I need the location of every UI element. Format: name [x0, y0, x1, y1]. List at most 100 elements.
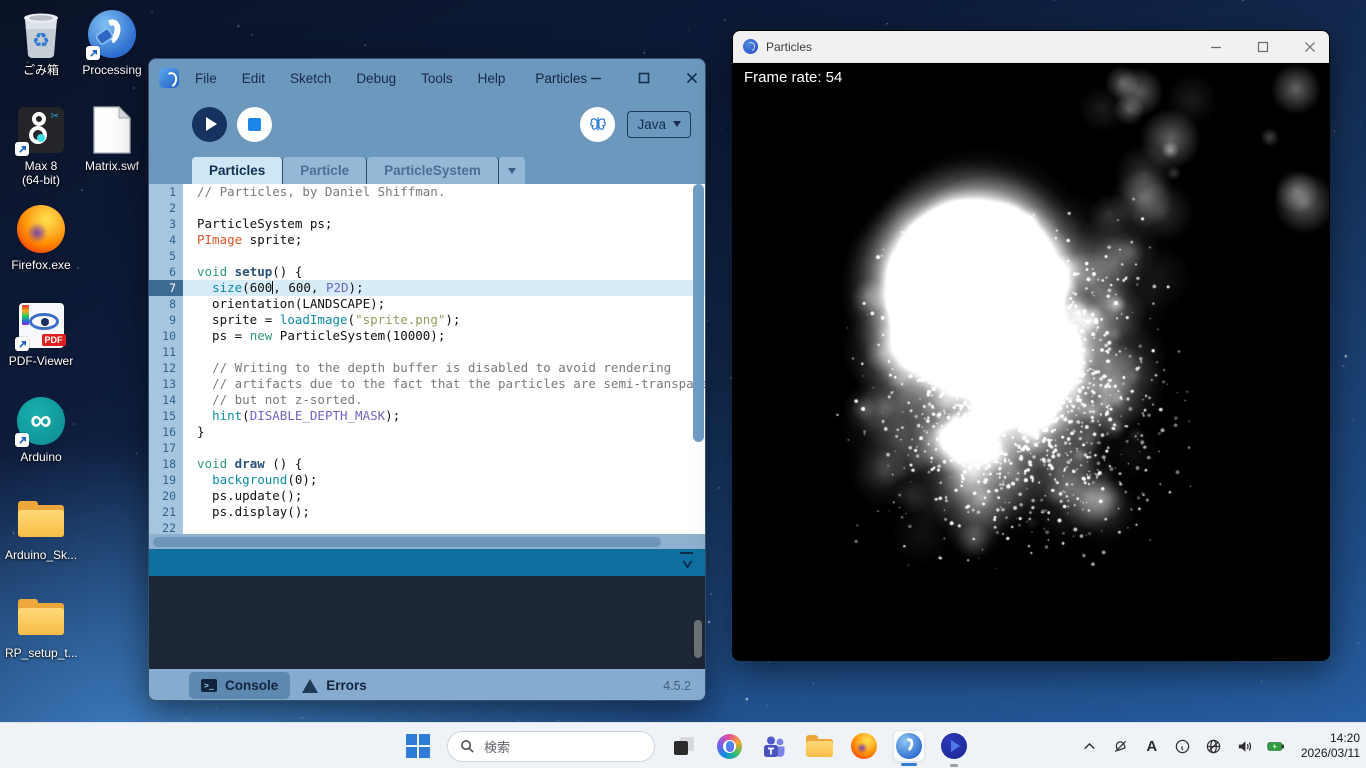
tab-particles[interactable]: Particles: [192, 157, 284, 184]
editor-hscrollbar[interactable]: [149, 534, 705, 549]
ide-footer: >_ Console Errors 4.5.2: [149, 669, 705, 700]
code-line-19[interactable]: 19 background(0);: [149, 472, 705, 488]
sketch-taskbar-button[interactable]: [938, 730, 970, 767]
tab-particle[interactable]: Particle: [283, 157, 368, 184]
dropdown-arrow-icon: [673, 121, 681, 127]
copilot-button[interactable]: [713, 730, 745, 762]
tab-menu-button[interactable]: [498, 157, 525, 184]
taskbar-search[interactable]: 検索: [447, 730, 655, 762]
line-number: 8: [149, 296, 183, 312]
code-text: size(600, 600, P2D);: [212, 280, 364, 295]
active-app-indicator: [901, 763, 917, 766]
code-line-13[interactable]: 13 // artifacts due to the fact that the…: [149, 376, 705, 392]
desktop-icon-matrix-swf[interactable]: Matrix.swf: [76, 104, 148, 173]
tab-particlesystem[interactable]: ParticleSystem: [367, 157, 499, 184]
code-line-15[interactable]: 15 hint(DISABLE_DEPTH_MASK);: [149, 408, 705, 424]
start-button[interactable]: [402, 730, 434, 762]
status-circle-button[interactable]: [1174, 737, 1192, 755]
line-number: 15: [149, 408, 183, 424]
icon-label: Max 8 (64-bit): [21, 159, 60, 187]
teams-button[interactable]: [758, 730, 790, 762]
code-line-22[interactable]: 22: [149, 520, 705, 534]
menu-tools[interactable]: Tools: [421, 71, 453, 86]
code-text: void draw () {: [197, 456, 303, 471]
menu-sketch[interactable]: Sketch: [290, 71, 331, 86]
desktop-icon-firefox[interactable]: Firefox.exe: [5, 203, 77, 272]
task-view-button[interactable]: [668, 730, 700, 762]
hscroll-thumb[interactable]: [153, 536, 661, 547]
line-number: 9: [149, 312, 183, 328]
console-tab-label: Console: [225, 678, 279, 693]
maximize-button[interactable]: [1254, 38, 1272, 56]
firefox-button[interactable]: [848, 730, 880, 762]
code-line-3[interactable]: 3 ParticleSystem ps;: [149, 216, 705, 232]
tab-console[interactable]: >_ Console: [189, 672, 291, 699]
battery-charging-icon: [1267, 741, 1285, 751]
menu-debug[interactable]: Debug: [356, 71, 396, 86]
line-number: 14: [149, 392, 183, 408]
chevron-up-icon: [1084, 742, 1096, 749]
sketch-titlebar[interactable]: Particles: [733, 31, 1329, 63]
code-line-12[interactable]: 12 // Writing to the depth buffer is dis…: [149, 360, 705, 376]
code-line-18[interactable]: 18 void draw () {: [149, 456, 705, 472]
code-line-20[interactable]: 20 ps.update();: [149, 488, 705, 504]
debug-button[interactable]: [580, 106, 616, 142]
desktop-icon-pdf-viewer[interactable]: PDF PDF-Viewer: [5, 299, 77, 368]
code-line-7[interactable]: 7 size(600, 600, P2D);: [149, 280, 705, 296]
desktop-icon-max8[interactable]: ✂ Max 8 (64-bit): [5, 104, 77, 187]
file-explorer-button[interactable]: [803, 730, 835, 762]
console-header-strip: [149, 549, 705, 576]
version-label: 4.5.2: [663, 678, 691, 693]
close-button[interactable]: [683, 69, 701, 87]
console-scrollbar[interactable]: [694, 620, 702, 658]
ide-titlebar[interactable]: File Edit Sketch Debug Tools Help Particles: [149, 59, 705, 97]
bell-off-icon: [1115, 740, 1127, 752]
desktop-icon-recycle-bin[interactable]: ♻ ごみ箱: [5, 8, 77, 77]
menu-help[interactable]: Help: [478, 71, 506, 86]
taskbar-clock[interactable]: 14:20 2026/03/11: [1301, 731, 1360, 761]
desktop-icon-arduino-sketches[interactable]: Arduino_Sk...: [5, 493, 77, 562]
code-line-16[interactable]: 16}: [149, 424, 705, 440]
tray-overflow-button[interactable]: [1081, 737, 1099, 755]
desktop-icon-rp-setup[interactable]: RP_setup_t...: [5, 591, 78, 660]
running-app-indicator: [950, 764, 958, 767]
code-line-14[interactable]: 14 // but not z-sorted.: [149, 392, 705, 408]
desktop-icon-arduino[interactable]: ∞ Arduino: [5, 395, 77, 464]
code-line-9[interactable]: 9 sprite = loadImage("sprite.png");: [149, 312, 705, 328]
stop-button[interactable]: [237, 106, 272, 142]
warning-triangle-icon: [302, 678, 319, 693]
volume-button[interactable]: [1236, 737, 1254, 755]
code-editor[interactable]: 1 // Particles, by Daniel Shiffman. 2 3 Part…: [149, 184, 705, 534]
menu-file[interactable]: File: [195, 71, 217, 86]
ime-mode-indicator[interactable]: A: [1143, 737, 1161, 755]
run-button[interactable]: [192, 106, 227, 142]
minimize-button[interactable]: [1207, 38, 1225, 56]
maximize-button[interactable]: [635, 69, 653, 87]
code-line-8[interactable]: 8 orientation(LANDSCAPE);: [149, 296, 705, 312]
code-line-17[interactable]: 17: [149, 440, 705, 456]
processing-taskbar-button[interactable]: [893, 730, 925, 766]
code-line-2[interactable]: 2: [149, 200, 705, 216]
notifications-off-button[interactable]: [1112, 737, 1130, 755]
taskbar: 検索 A 14:20 2026/03/11: [0, 722, 1366, 768]
code-line-1[interactable]: 1 // Particles, by Daniel Shiffman.: [149, 184, 705, 200]
network-button[interactable]: [1205, 737, 1223, 755]
collapse-console-icon[interactable]: [680, 551, 694, 574]
desktop-icon-processing[interactable]: Processing: [76, 8, 148, 77]
editor-scrollbar[interactable]: [693, 184, 704, 442]
code-line-5[interactable]: 5: [149, 248, 705, 264]
minimize-button[interactable]: [587, 69, 605, 87]
battery-button[interactable]: [1267, 737, 1285, 755]
mode-selector[interactable]: Java: [627, 110, 691, 138]
sketch-output-window: Particles Frame rate: 54: [732, 30, 1330, 661]
code-line-21[interactable]: 21 ps.display();: [149, 504, 705, 520]
code-line-4[interactable]: 4 PImage sprite;: [149, 232, 705, 248]
line-number: 6: [149, 264, 183, 280]
code-line-10[interactable]: 10 ps = new ParticleSystem(10000);: [149, 328, 705, 344]
code-line-6[interactable]: 6 void setup() {: [149, 264, 705, 280]
tab-errors[interactable]: Errors: [290, 672, 379, 699]
close-button[interactable]: [1301, 38, 1319, 56]
menu-edit[interactable]: Edit: [242, 71, 265, 86]
code-line-11[interactable]: 11: [149, 344, 705, 360]
